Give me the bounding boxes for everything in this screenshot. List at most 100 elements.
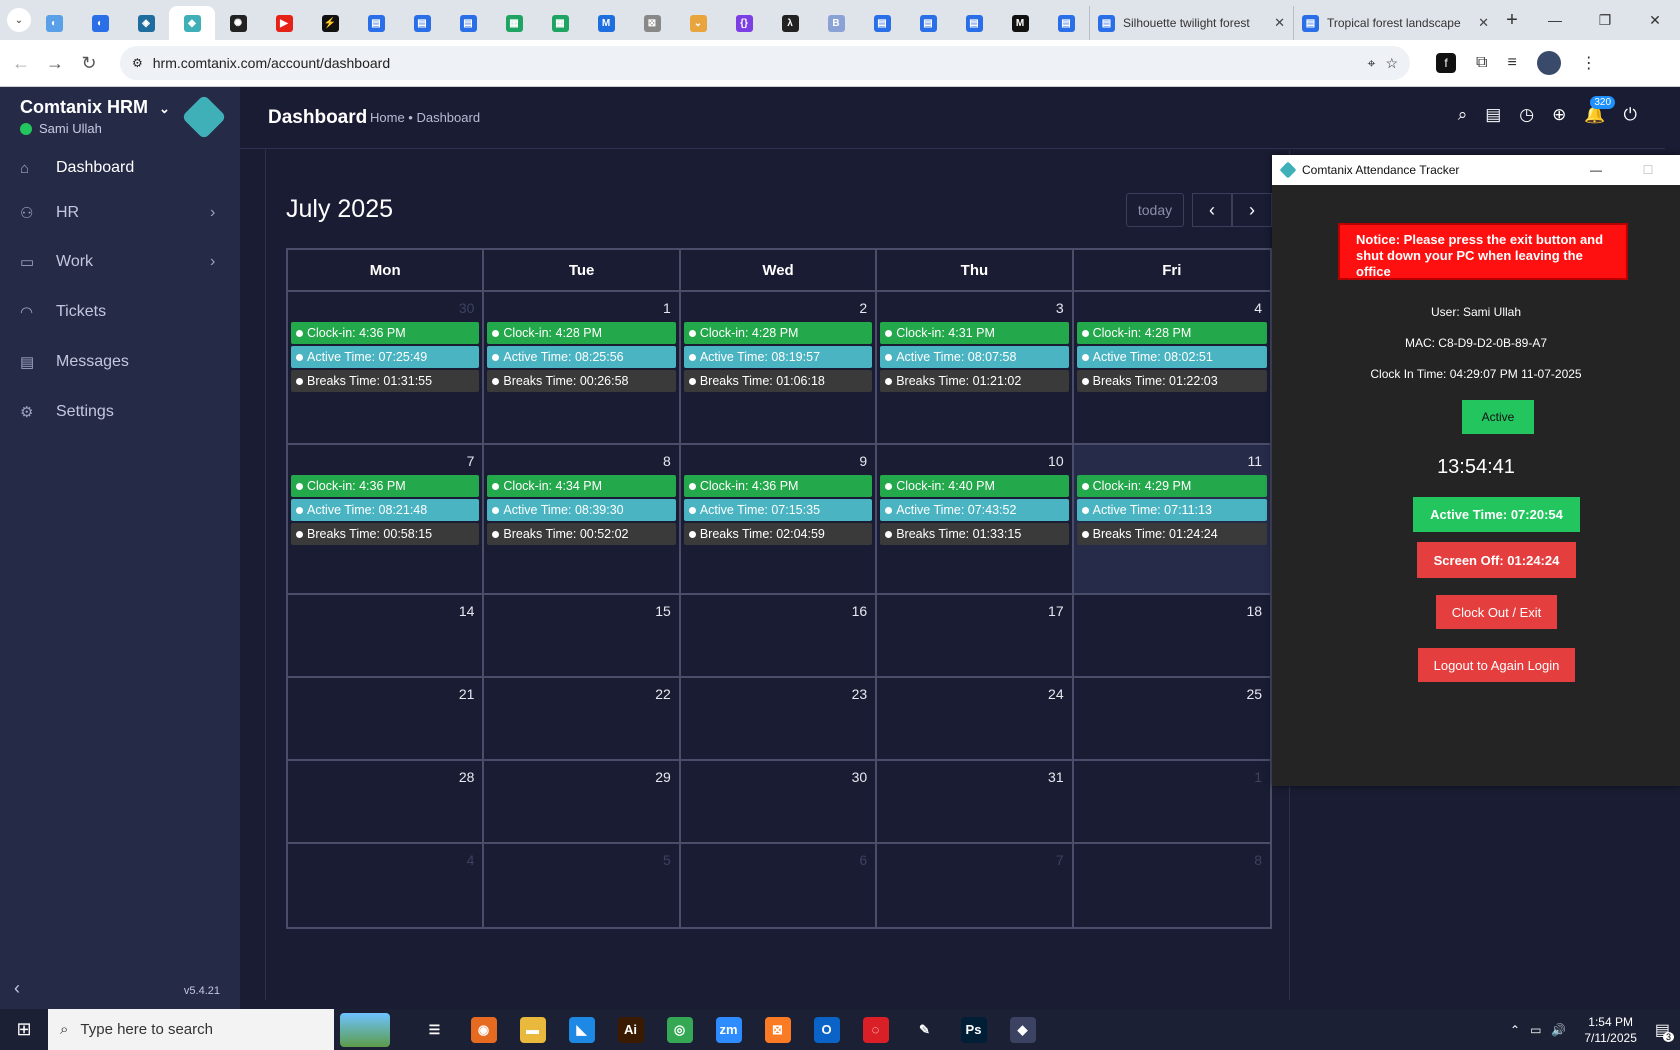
browser-tab[interactable]: ▤ Tropical forest landscape ✕ <box>1293 6 1497 40</box>
calendar-day-cell[interactable]: 28 <box>288 761 485 842</box>
pinned-tab[interactable]: ▤ <box>905 6 951 40</box>
calendar-day-cell[interactable]: 8 <box>1074 844 1270 927</box>
calendar-day-cell[interactable]: 6 <box>681 844 878 927</box>
pinned-tab[interactable]: ⚡ <box>307 6 353 40</box>
day-number[interactable]: 6 <box>859 852 867 868</box>
calendar-day-cell[interactable]: 18 <box>1074 595 1270 676</box>
collapse-sidebar-icon[interactable]: ‹ <box>14 978 20 999</box>
calendar-day-cell[interactable]: 5 <box>484 844 681 927</box>
day-number[interactable]: 4 <box>1254 300 1262 316</box>
clock-in-event[interactable]: Clock-in: 4:29 PM <box>1076 475 1268 497</box>
day-number[interactable]: 3 <box>1056 300 1064 316</box>
logout-again-login-button[interactable]: Logout to Again Login <box>1418 648 1575 682</box>
day-number[interactable]: 8 <box>663 453 671 469</box>
day-number[interactable]: 11 <box>1247 453 1262 469</box>
browser-menu-icon[interactable]: ⋮ <box>1581 53 1597 73</box>
calendar-day-cell[interactable]: 1 <box>1074 761 1270 842</box>
taskbar-search-box[interactable]: ⌕ Type here to search <box>48 1009 334 1050</box>
close-window-icon[interactable]: ✕ <box>1630 0 1680 40</box>
pinned-tab[interactable]: ▦ <box>537 6 583 40</box>
breaks-time-event[interactable]: Breaks Time: 01:33:15 <box>880 523 1069 545</box>
calendar-day-cell[interactable]: 8 Clock-in: 4:34 PM Active Time: 08:39:30 B… <box>484 445 681 593</box>
day-number[interactable]: 30 <box>852 769 868 785</box>
pinned-tab[interactable]: ◐ <box>31 6 77 40</box>
active-time-event[interactable]: Active Time: 07:43:52 <box>880 499 1069 521</box>
breaks-time-event[interactable]: Breaks Time: 01:06:18 <box>683 370 873 392</box>
status-active-button[interactable]: Active <box>1462 400 1534 434</box>
active-time-event[interactable]: Active Time: 07:11:13 <box>1076 499 1268 521</box>
pinned-tab[interactable]: B <box>813 6 859 40</box>
pinned-tab[interactable]: ▤ <box>399 6 445 40</box>
search-icon[interactable]: ⌕ <box>1458 105 1468 125</box>
close-tab-icon[interactable]: ✕ <box>1274 15 1285 31</box>
calendar-day-cell[interactable]: 7 Clock-in: 4:36 PM Active Time: 08:21:48 B… <box>288 445 485 593</box>
breaks-time-event[interactable]: Breaks Time: 01:22:03 <box>1076 370 1268 392</box>
day-number[interactable]: 1 <box>1254 769 1262 785</box>
active-time-event[interactable]: Active Time: 07:15:35 <box>683 499 873 521</box>
calendar-day-cell[interactable]: 29 <box>484 761 681 842</box>
windows-start-icon[interactable]: ⊞ <box>0 1019 48 1040</box>
firefox-icon[interactable]: ◉ <box>459 1009 508 1050</box>
day-number[interactable]: 1 <box>663 300 671 316</box>
day-number[interactable]: 16 <box>852 603 868 619</box>
next-month-icon[interactable]: › <box>1232 193 1272 227</box>
action-center-icon[interactable]: ▤ 3 <box>1655 1020 1674 1042</box>
sidebar-item-work[interactable]: ▭ Work › <box>0 237 240 287</box>
day-number[interactable]: 15 <box>655 603 671 619</box>
pinned-tab[interactable]: ▶ <box>261 6 307 40</box>
calendar-day-cell[interactable]: 2 Clock-in: 4:28 PM Active Time: 08:19:57 B… <box>681 292 878 443</box>
clock-in-event[interactable]: Clock-in: 4:28 PM <box>683 322 873 344</box>
site-info-icon[interactable]: ⚙ <box>132 56 143 70</box>
calendar-day-cell[interactable]: 1 Clock-in: 4:28 PM Active Time: 08:25:56 B… <box>484 292 681 443</box>
pinned-tab[interactable]: ▤ <box>859 6 905 40</box>
active-time-event[interactable]: Active Time: 07:25:49 <box>291 346 480 368</box>
clock-in-event[interactable]: Clock-in: 4:34 PM <box>487 475 676 497</box>
sidebar-item-hr[interactable]: ⚇ HR › <box>0 189 240 237</box>
clock-in-event[interactable]: Clock-in: 4:31 PM <box>880 322 1069 344</box>
minimize-window-icon[interactable]: — <box>1530 0 1580 40</box>
active-time-event[interactable]: Active Time: 08:02:51 <box>1076 346 1268 368</box>
today-button[interactable]: today <box>1126 193 1184 227</box>
reload-icon[interactable]: ↻ <box>72 53 106 74</box>
pinned-tab[interactable]: {} <box>721 6 767 40</box>
clock-in-event[interactable]: Clock-in: 4:36 PM <box>291 475 480 497</box>
day-number[interactable]: 2 <box>859 300 867 316</box>
day-number[interactable]: 28 <box>459 769 475 785</box>
breaks-time-event[interactable]: Breaks Time: 02:04:59 <box>683 523 873 545</box>
comtanix-taskbar-icon[interactable]: ◆ <box>998 1009 1047 1050</box>
calendar-day-cell[interactable]: 30 Clock-in: 4:36 PM Active Time: 07:25:49… <box>288 292 485 443</box>
calendar-day-cell[interactable]: 14 <box>288 595 485 676</box>
calendar-day-cell[interactable]: 22 <box>484 678 681 759</box>
chrome-icon[interactable]: ◎ <box>655 1009 704 1050</box>
sidebar-item-tickets[interactable]: ◠ Tickets <box>0 287 240 337</box>
clock-out-exit-button[interactable]: Clock Out / Exit <box>1436 595 1557 629</box>
illustrator-icon[interactable]: Ai <box>606 1009 655 1050</box>
day-number[interactable]: 17 <box>1048 603 1064 619</box>
file-explorer-icon[interactable]: ▬ <box>508 1009 557 1050</box>
tray-chevron-icon[interactable]: ⌃ <box>1510 1023 1520 1037</box>
breaks-time-event[interactable]: Breaks Time: 01:21:02 <box>880 370 1069 392</box>
day-number[interactable]: 4 <box>467 852 475 868</box>
pinned-tab[interactable]: M <box>583 6 629 40</box>
day-number[interactable]: 22 <box>655 686 671 702</box>
breaks-time-event[interactable]: Breaks Time: 01:31:55 <box>291 370 480 392</box>
clock-in-event[interactable]: Clock-in: 4:28 PM <box>487 322 676 344</box>
day-number[interactable]: 23 <box>852 686 868 702</box>
sidebar-item-messages[interactable]: ▤ Messages <box>0 337 240 387</box>
network-icon[interactable]: ▭ <box>1530 1023 1541 1037</box>
calendar-day-cell[interactable]: 17 <box>877 595 1074 676</box>
close-tab-icon[interactable]: ✕ <box>1478 15 1489 31</box>
active-time-event[interactable]: Active Time: 08:25:56 <box>487 346 676 368</box>
clock-in-event[interactable]: Clock-in: 4:36 PM <box>291 322 480 344</box>
pen-tool-icon[interactable]: ✎ <box>900 1009 949 1050</box>
day-number[interactable]: 31 <box>1048 769 1064 785</box>
calendar-day-cell[interactable]: 9 Clock-in: 4:36 PM Active Time: 07:15:35 B… <box>681 445 878 593</box>
bookmark-star-icon[interactable]: ☆ <box>1385 55 1398 72</box>
pinned-tab[interactable]: M <box>997 6 1043 40</box>
sidebar-item-settings[interactable]: ⚙ Settings <box>0 387 240 437</box>
notifications-bell-icon[interactable]: 🔔 320 <box>1584 96 1616 125</box>
previous-month-icon[interactable]: ‹ <box>1192 193 1232 227</box>
day-number[interactable]: 21 <box>459 686 475 702</box>
breaks-time-event[interactable]: Breaks Time: 00:52:02 <box>487 523 676 545</box>
pinned-tab[interactable]: ◐ <box>77 6 123 40</box>
